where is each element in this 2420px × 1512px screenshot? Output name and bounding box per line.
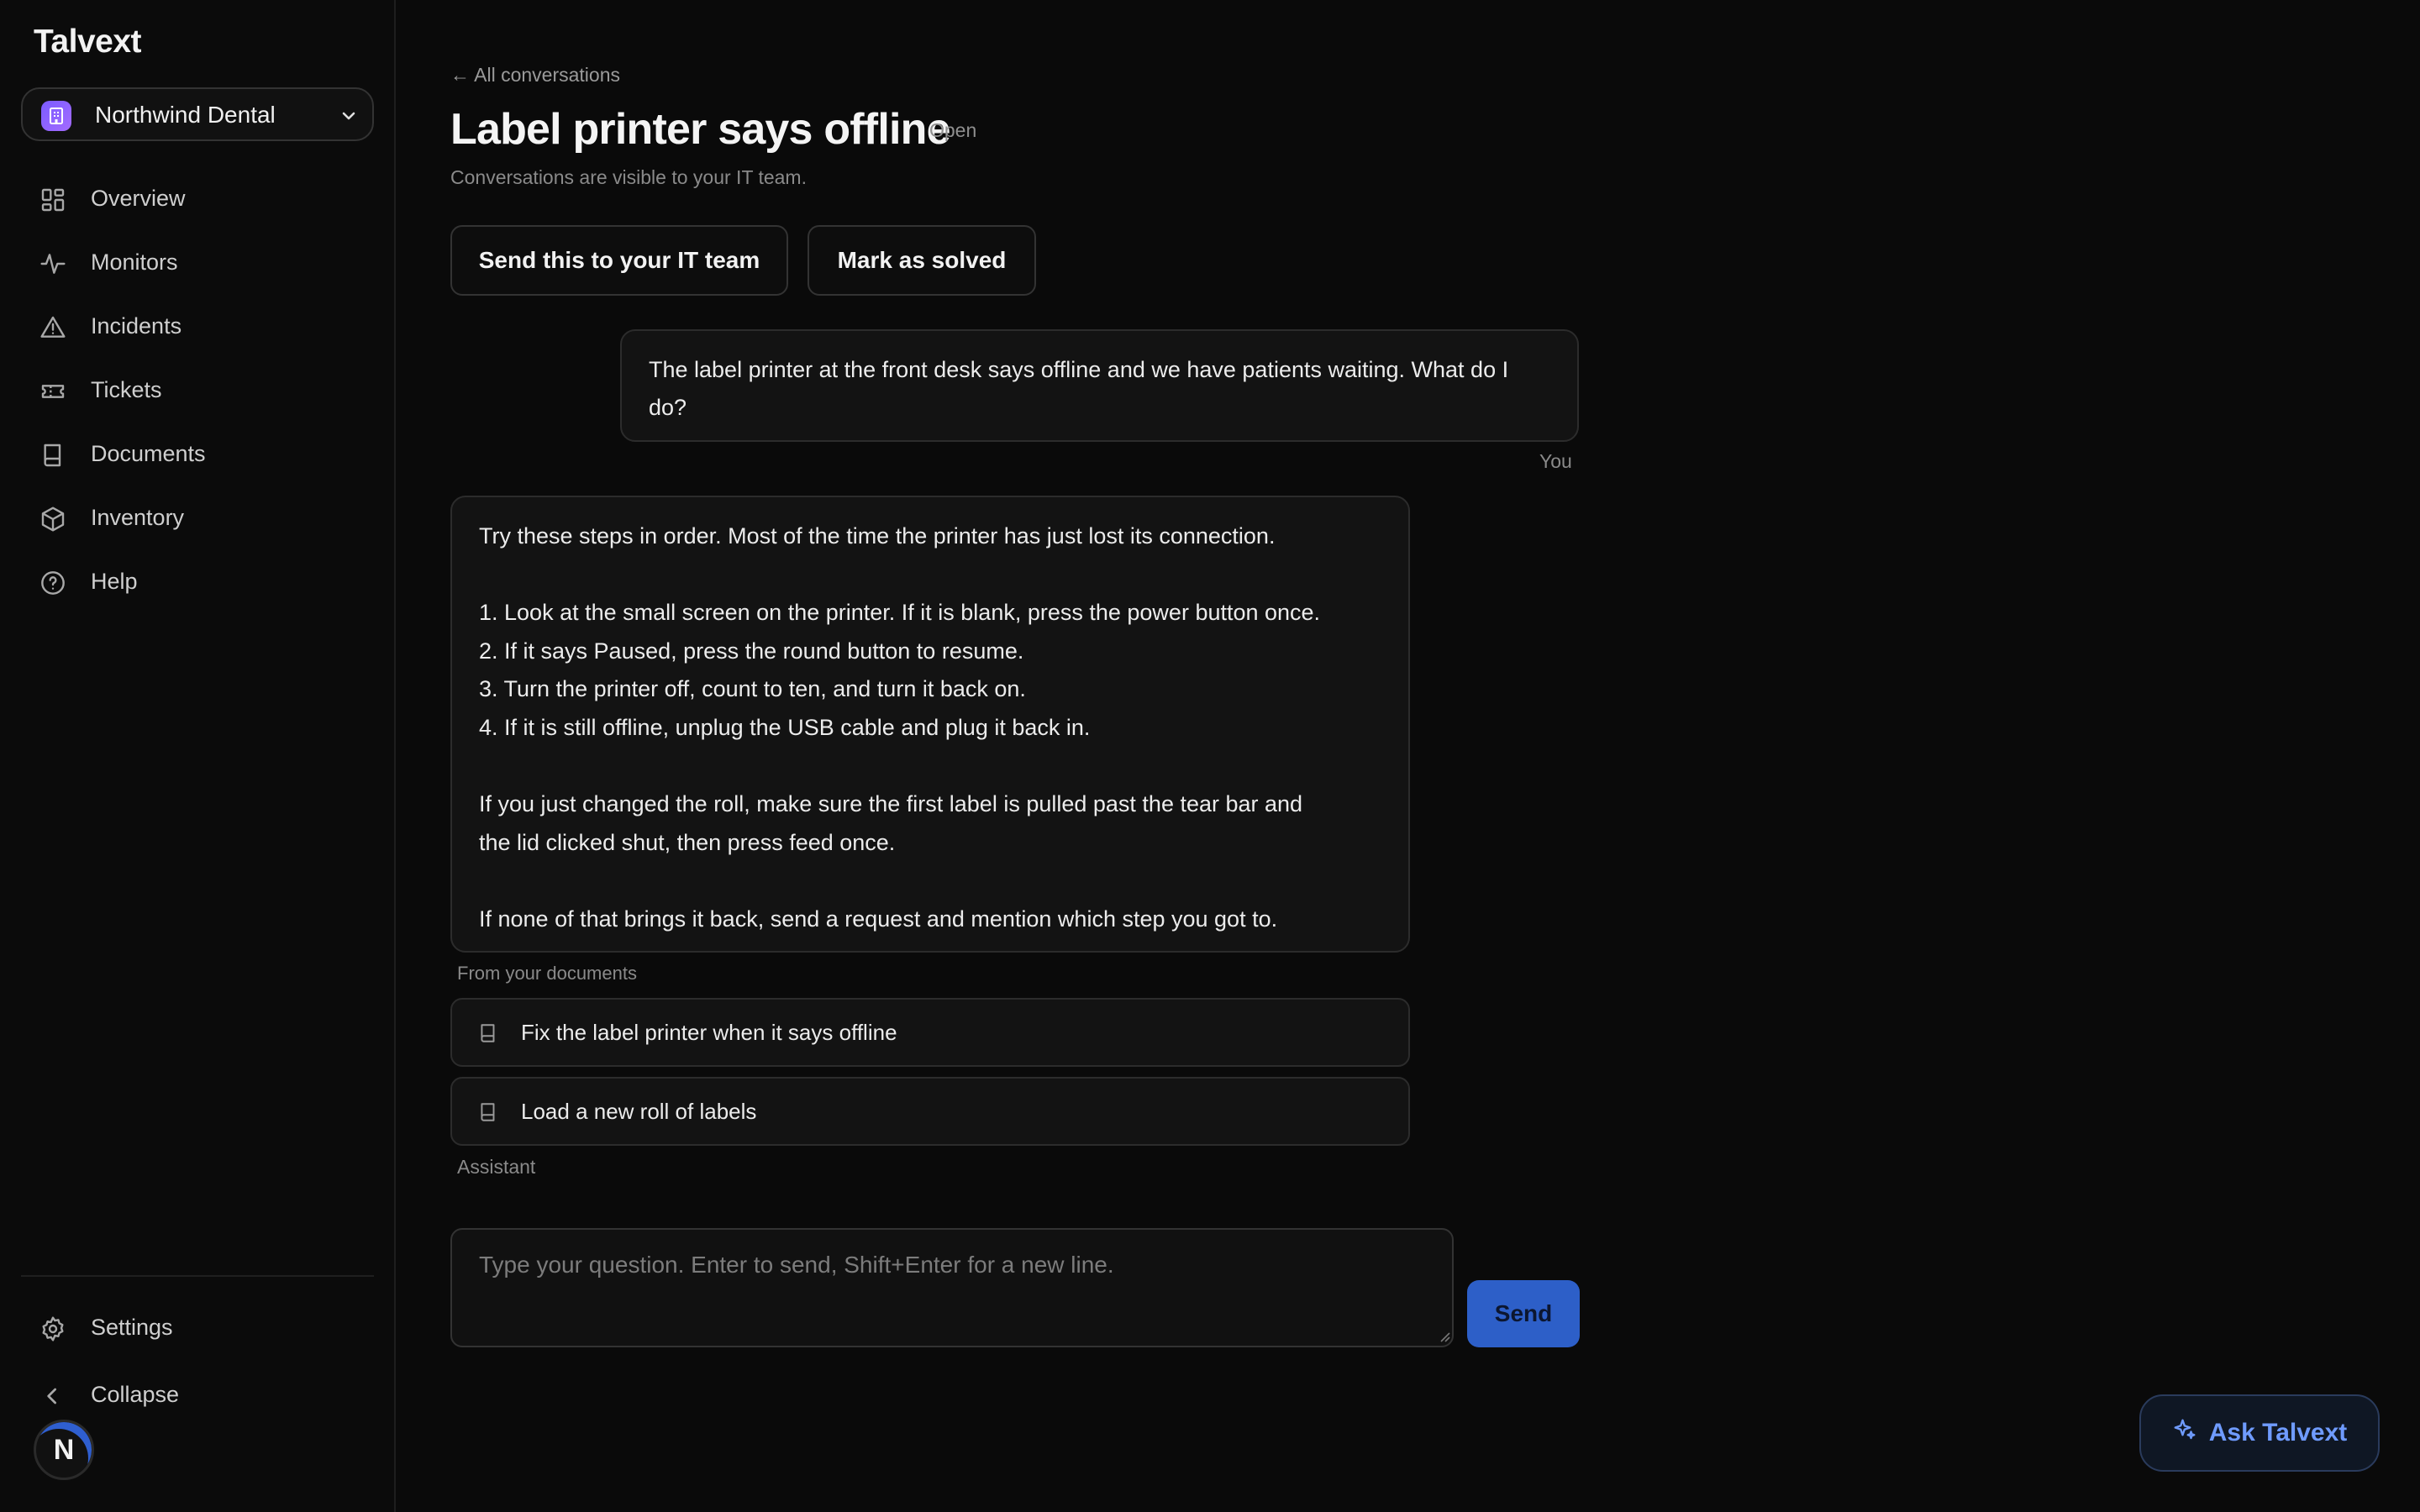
ask-assistant-label: Ask Talvext — [2208, 1419, 2348, 1446]
sidebar-nav: Overview Monitors Incidents Tickets Docu… — [21, 166, 374, 613]
chevron-left-icon — [39, 1383, 66, 1410]
chevron-down-icon — [339, 106, 359, 130]
sidebar: Talvext Northwind Dental Overview Monito… — [0, 0, 396, 1512]
sidebar-item-label: Help — [91, 568, 138, 594]
ticket-icon — [39, 378, 66, 405]
pulse-icon — [39, 250, 66, 277]
source-document-link[interactable]: Fix the label printer when it says offli… — [450, 998, 1410, 1067]
source-title: Fix the label printer when it says offli… — [521, 1020, 897, 1045]
sidebar-item-documents[interactable]: Documents — [21, 422, 374, 486]
org-name: Northwind Dental — [95, 102, 276, 128]
sidebar-item-label: Tickets — [91, 376, 162, 402]
help-icon — [39, 570, 66, 596]
page-title: Label printer says offline — [450, 105, 951, 154]
avatar[interactable]: N — [34, 1420, 94, 1480]
sidebar-item-incidents[interactable]: Incidents — [21, 294, 374, 358]
sidebar-item-label: Monitors — [91, 249, 178, 275]
warning-icon — [39, 314, 66, 341]
sidebar-item-overview[interactable]: Overview — [21, 166, 374, 230]
assistant-roll-note: the lid clicked shut, then press feed on… — [479, 829, 896, 855]
sidebar-item-label: Collapse — [91, 1381, 180, 1407]
sparkle-icon — [2172, 1417, 2197, 1449]
assistant-message-label: Assistant — [457, 1156, 536, 1178]
status-badge: Open — [929, 119, 977, 141]
send-button[interactable]: Send — [1467, 1280, 1580, 1347]
brand-logo: Talvext — [34, 24, 142, 60]
send-to-it-button[interactable]: Send this to your IT team — [450, 225, 788, 296]
sidebar-item-help[interactable]: Help — [21, 549, 374, 613]
grid-icon — [39, 186, 66, 213]
sidebar-item-label: Incidents — [91, 312, 182, 339]
ask-assistant-button[interactable]: Ask Talvext — [2139, 1394, 2380, 1472]
assistant-step: 1. Look at the small screen on the print… — [479, 600, 1321, 626]
building-icon — [41, 101, 71, 131]
back-link[interactable]: ← All conversations — [450, 64, 620, 87]
book-icon — [477, 1021, 499, 1050]
assistant-roll-note: If you just changed the roll, make sure … — [479, 791, 1303, 817]
sidebar-item-label: Overview — [91, 185, 186, 211]
resize-grip-icon[interactable] — [1437, 1329, 1450, 1347]
page-subtitle: Conversations are visible to your IT tea… — [450, 166, 807, 188]
gear-icon — [39, 1315, 66, 1342]
book-icon — [39, 442, 66, 469]
message-input[interactable] — [450, 1228, 1454, 1347]
user-message: The label printer at the front desk says… — [620, 329, 1579, 442]
assistant-closing: If none of that brings it back, send a r… — [479, 906, 1278, 932]
assistant-intro: Try these steps in order. Most of the ti… — [479, 523, 1276, 549]
org-switcher[interactable]: Northwind Dental — [21, 87, 374, 141]
book-icon — [477, 1100, 499, 1129]
sidebar-collapse-button[interactable]: Collapse — [21, 1362, 374, 1426]
sidebar-item-settings[interactable]: Settings — [21, 1295, 374, 1359]
user-message-label: You — [1539, 450, 1572, 472]
sidebar-item-label: Settings — [91, 1314, 173, 1340]
source-document-link[interactable]: Load a new roll of labels — [450, 1077, 1410, 1146]
sidebar-item-monitors[interactable]: Monitors — [21, 230, 374, 294]
sources-label: From your documents — [457, 963, 637, 984]
sidebar-item-tickets[interactable]: Tickets — [21, 358, 374, 422]
sidebar-item-inventory[interactable]: Inventory — [21, 486, 374, 549]
app-root: Talvext Northwind Dental Overview Monito… — [0, 0, 2420, 1512]
assistant-step: 2. If it says Paused, press the round bu… — [479, 638, 1024, 664]
assistant-step: 4. If it is still offline, unplug the US… — [479, 714, 1091, 740]
sidebar-divider — [21, 1275, 374, 1277]
sidebar-item-label: Documents — [91, 440, 206, 466]
box-icon — [39, 506, 66, 533]
mark-solved-button[interactable]: Mark as solved — [808, 225, 1036, 296]
source-title: Load a new roll of labels — [521, 1099, 757, 1124]
sidebar-item-label: Inventory — [91, 504, 185, 530]
assistant-step: 3. Turn the printer off, count to ten, a… — [479, 676, 1026, 702]
assistant-message: Try these steps in order. Most of the ti… — [450, 496, 1410, 953]
